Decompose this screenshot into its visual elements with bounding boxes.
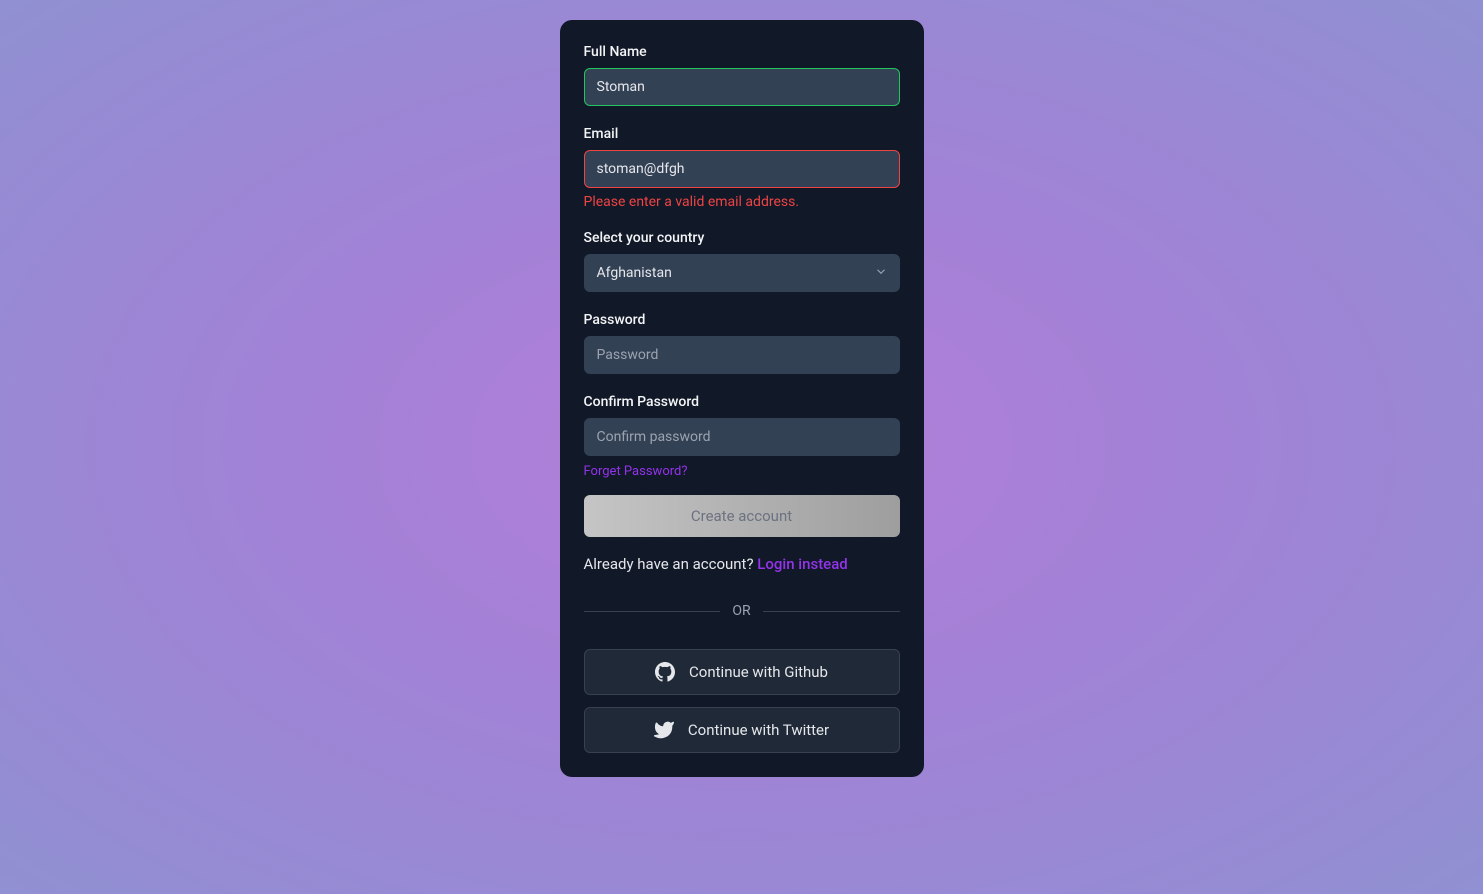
divider-line-left bbox=[584, 611, 721, 612]
login-prompt-text: Already have an account? bbox=[584, 555, 758, 573]
continue-github-button[interactable]: Continue with Github bbox=[584, 649, 900, 695]
signup-card: Full Name Email Please enter a valid ema… bbox=[560, 20, 924, 777]
github-button-label: Continue with Github bbox=[689, 663, 828, 681]
divider-text: OR bbox=[732, 603, 750, 619]
create-account-button[interactable]: Create account bbox=[584, 495, 900, 537]
login-prompt: Already have an account? Login instead bbox=[584, 555, 900, 573]
country-select-wrapper: Afghanistan bbox=[584, 254, 900, 292]
twitter-button-label: Continue with Twitter bbox=[688, 721, 829, 739]
login-instead-link[interactable]: Login instead bbox=[757, 555, 847, 573]
country-label: Select your country bbox=[584, 230, 900, 246]
fullname-input[interactable] bbox=[584, 68, 900, 106]
confirm-password-group: Confirm Password Forget Password? bbox=[584, 394, 900, 479]
fullname-group: Full Name bbox=[584, 44, 900, 106]
password-group: Password bbox=[584, 312, 900, 374]
email-input[interactable] bbox=[584, 150, 900, 188]
email-label: Email bbox=[584, 126, 900, 142]
twitter-icon bbox=[654, 720, 674, 740]
password-input[interactable] bbox=[584, 336, 900, 374]
country-group: Select your country Afghanistan bbox=[584, 230, 900, 292]
divider: OR bbox=[584, 603, 900, 619]
forgot-password-link[interactable]: Forget Password? bbox=[584, 464, 688, 479]
password-label: Password bbox=[584, 312, 900, 328]
continue-twitter-button[interactable]: Continue with Twitter bbox=[584, 707, 900, 753]
fullname-label: Full Name bbox=[584, 44, 900, 60]
divider-line-right bbox=[763, 611, 900, 612]
email-error: Please enter a valid email address. bbox=[584, 194, 900, 210]
email-group: Email Please enter a valid email address… bbox=[584, 126, 900, 210]
confirm-password-input[interactable] bbox=[584, 418, 900, 456]
github-icon bbox=[655, 662, 675, 682]
country-select[interactable]: Afghanistan bbox=[584, 254, 900, 292]
confirm-password-label: Confirm Password bbox=[584, 394, 900, 410]
